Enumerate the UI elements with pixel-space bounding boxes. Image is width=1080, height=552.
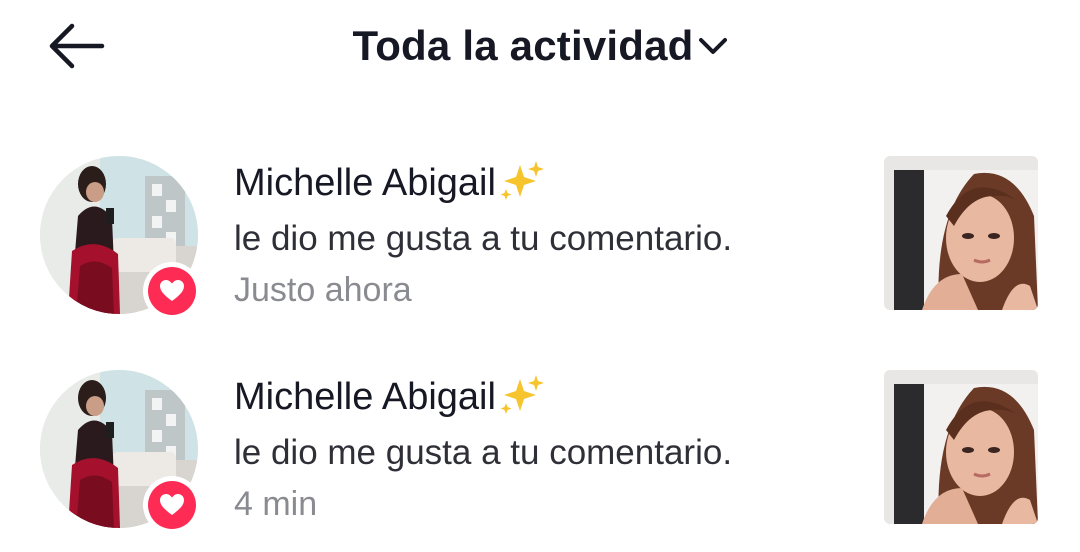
notification-text: le dio me gusta a tu comentario. [234, 433, 733, 472]
chevron-down-icon [698, 37, 727, 54]
user-name[interactable]: Michelle Abigail [234, 158, 546, 208]
like-badge [143, 262, 201, 320]
thumbnail-image [884, 370, 1038, 524]
notification-text: le dio me gusta a tu comentario. [234, 219, 733, 258]
sparkles-icon [500, 160, 544, 200]
activity-filter-dropdown[interactable]: Toda la actividad [0, 20, 1080, 72]
thumbnail-image [884, 156, 1038, 310]
heart-icon [160, 280, 184, 301]
top-bar: Toda la actividad [0, 0, 1080, 96]
like-badge [143, 476, 201, 534]
page-title: Toda la actividad [352, 22, 694, 69]
video-thumbnail[interactable] [884, 370, 1038, 524]
heart-icon [160, 494, 184, 515]
timestamp: 4 min [234, 485, 318, 523]
user-name[interactable]: Michelle Abigail [234, 372, 546, 422]
notification-item[interactable]: Michelle Abigail le dio me gusta a tu co… [0, 156, 1080, 326]
timestamp: Justo ahora [234, 271, 412, 309]
sparkles-icon [500, 374, 544, 414]
notification-item[interactable]: Michelle Abigail le dio me gusta a tu co… [0, 370, 1080, 540]
video-thumbnail[interactable] [884, 156, 1038, 310]
